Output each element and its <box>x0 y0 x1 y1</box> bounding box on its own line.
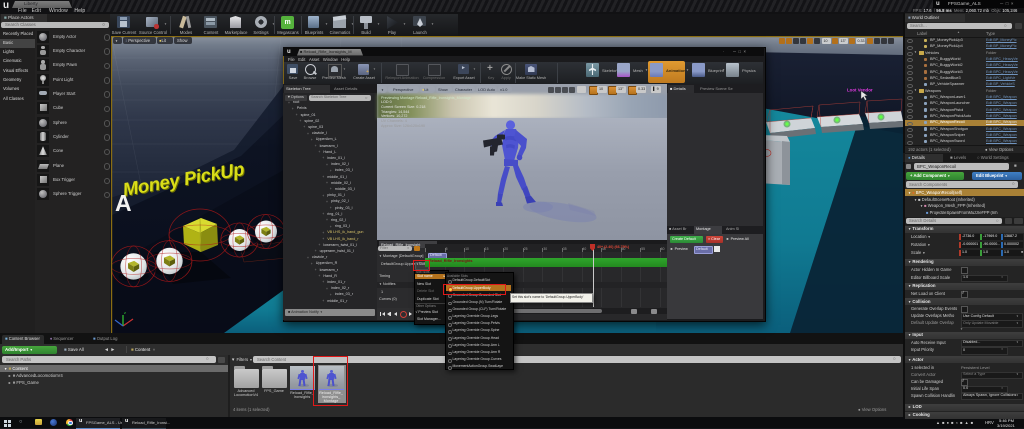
svg-text:Loot Vendor: Loot Vendor <box>847 88 873 93</box>
svg-text:z: z <box>124 310 126 315</box>
svg-text:A: A <box>115 190 132 216</box>
